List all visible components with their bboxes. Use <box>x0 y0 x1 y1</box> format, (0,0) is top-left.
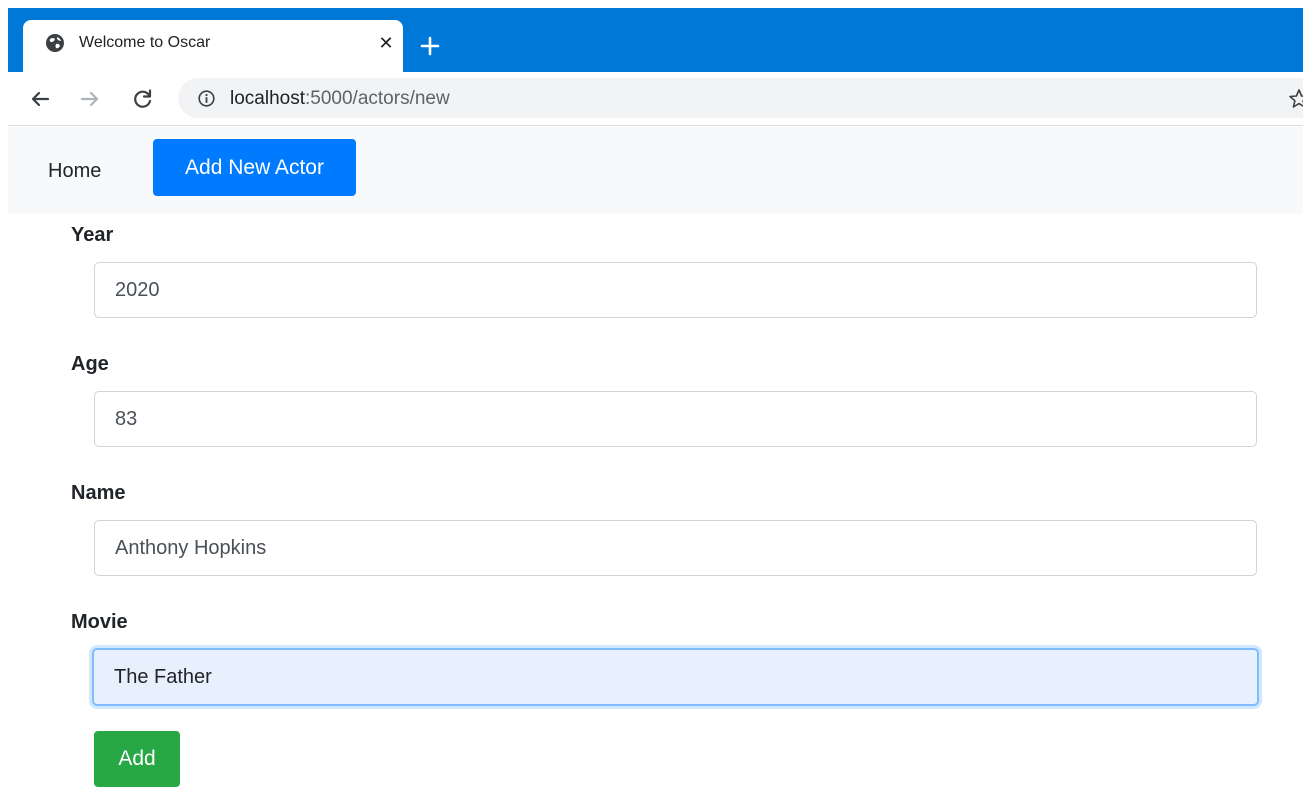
info-icon[interactable] <box>198 90 215 107</box>
year-input[interactable] <box>94 262 1257 318</box>
year-label: Year <box>71 224 114 246</box>
movie-label: Movie <box>71 611 128 633</box>
tab-title: Welcome to Oscar <box>79 34 211 51</box>
add-actor-form: Year Age Name Movie Add <box>0 214 1303 787</box>
address-bar[interactable]: localhost:5000/actors/new <box>178 78 1303 118</box>
add-button[interactable]: Add <box>94 731 180 787</box>
name-input[interactable] <box>94 520 1257 576</box>
globe-icon <box>46 34 64 52</box>
nav-add-new-actor-button[interactable]: Add New Actor <box>153 139 356 196</box>
name-label: Name <box>71 482 126 504</box>
bookmark-star-icon[interactable] <box>1288 88 1303 110</box>
url-text[interactable]: localhost:5000/actors/new <box>230 88 450 110</box>
movie-input[interactable] <box>92 648 1259 706</box>
new-tab-icon[interactable] <box>418 34 442 58</box>
close-tab-icon[interactable]: ✕ <box>375 32 397 54</box>
forward-arrow-icon[interactable] <box>78 87 102 111</box>
age-label: Age <box>71 353 109 375</box>
age-input[interactable] <box>94 391 1257 447</box>
back-arrow-icon[interactable] <box>28 87 52 111</box>
app-navbar: Home Add New Actor <box>8 127 1303 214</box>
browser-tabstrip: Welcome to Oscar ✕ <box>8 8 1303 72</box>
browser-tab[interactable]: Welcome to Oscar ✕ <box>23 20 403 72</box>
reload-icon[interactable] <box>131 87 155 111</box>
url-path: :5000/actors/new <box>305 88 450 109</box>
nav-home-link[interactable]: Home <box>48 160 101 183</box>
browser-toolbar: localhost:5000/actors/new <box>8 72 1303 126</box>
url-host: localhost <box>230 88 305 109</box>
